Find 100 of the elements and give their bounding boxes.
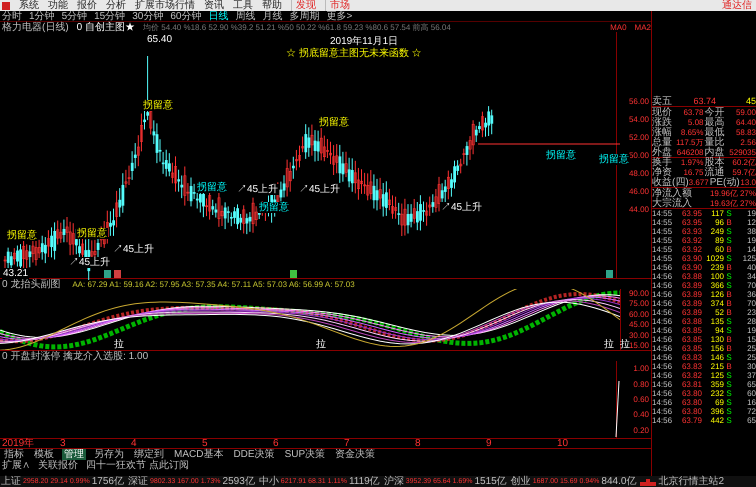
menu-item[interactable]: 功能 [48,0,68,11]
index-name: 深证 [128,476,148,487]
signal-marker-icon [114,270,121,278]
signal-marker-icon [606,270,613,278]
date-axis-label: 8 [415,438,422,449]
tick-side: S [725,416,733,425]
period-tab[interactable]: 分时 [2,10,22,22]
signal-label: 拉 [114,339,124,350]
tick-count: 36 [746,290,756,299]
menu-item[interactable]: 帮助 [262,0,282,11]
period-tab[interactable]: 1分钟 [29,10,55,22]
tick-count: 125 [742,254,756,263]
tick-side: B [725,263,733,272]
index-amount: 1119亿 [348,476,380,487]
tick-time: 14:56 [652,335,674,344]
tick-side: B [725,290,733,299]
indicator-tab[interactable]: DDE决策 [231,449,277,460]
quote-label: 今开 [704,106,724,118]
chart-annotation: 拐留意 [76,228,108,239]
app-logo-icon [2,2,10,10]
quote-value: 58.83 [734,126,756,138]
quote-value: 117.5万 [675,136,704,148]
period-tab[interactable]: 5分钟 [62,10,88,22]
quote-value: 27% [738,198,756,208]
indicator-tab[interactable]: 管理 [62,449,86,460]
quote-label: 外盘 [652,146,672,158]
period-tab[interactable]: 15分钟 [94,10,126,22]
tick-price: 63.85 [680,335,702,344]
tick-volume: 89 [714,236,724,245]
chart-annotation: ↗45上升 [236,184,280,195]
tick-time: 14:55 [652,245,674,254]
indicator-tab[interactable]: 指标 [2,449,26,460]
tick-side: S [725,398,733,407]
chart-annotation: 拐留意 [598,154,630,165]
tick-volume: 215 [710,362,724,371]
period-tab[interactable]: 多周期 [290,10,320,22]
period-tab[interactable]: 60分钟 [170,10,202,22]
period-tab[interactable]: 更多> [326,10,352,22]
index-amount: 2593亿 [222,476,255,487]
axis-label: 52.00 [628,132,649,142]
tick-price: 63.80 [680,389,702,398]
date-axis-label: 6 [273,438,280,449]
quote-value: 529035 [728,146,756,158]
tick-count: 19 [746,236,756,245]
tick-side: S [725,254,733,263]
tick-time: 14:56 [652,281,674,290]
tick-count: 25 [746,353,756,362]
quote-label: 涨幅 [652,126,672,138]
tick-side: S [725,389,733,398]
menu-item[interactable]: 分析 [106,0,126,11]
date-label: 2019年11月1日 [330,36,398,47]
indicator-title: 0 龙抬头副图 [2,278,60,290]
menu-item[interactable]: 资讯 [204,0,224,11]
menu-item[interactable]: 报价 [77,0,97,11]
axis-label: 0.20 [633,426,649,435]
tick-side: S [725,407,733,416]
tick-side: B [725,218,733,227]
tick-volume: 249 [710,227,724,236]
indicator-tab[interactable]: 绑定到 [132,449,166,460]
tick-side: S [725,353,733,362]
menu-item[interactable]: 发现 [291,0,316,11]
tick-volume: 125 [710,371,724,380]
indicator-tab[interactable]: 资金决策 [333,449,378,460]
indicator-tab[interactable]: 模板 [32,449,56,460]
index-amount: 844.0亿 [601,476,636,487]
tick-side: S [725,326,733,335]
tick-time: 14:56 [652,308,674,317]
tick-volume: 366 [710,281,724,290]
indicator-title: 0 开盘封涨停 擒龙介入选股: 1.00 [2,350,148,362]
tick-price: 63.89 [680,299,702,308]
tick-volume: 1029 [705,254,724,263]
chart-annotation: 拐留意 [258,202,290,213]
indicator-tab[interactable]: 另存为 [92,449,126,460]
index-amount: 1756亿 [92,476,124,487]
index-name: 上证 [1,476,21,487]
period-tab[interactable]: 日线 [208,10,228,22]
quote-label: 内盘 [704,146,724,158]
tick-price: 63.89 [680,308,702,317]
chart-annotation: 拐留意 [545,150,577,161]
stock-name: 格力电器(日线) [2,22,69,32]
bottom-link[interactable]: 四十一狂欢节 点此订阅 [86,460,189,471]
indicator-tab[interactable]: MACD基本 [172,449,226,460]
quote-value: 59.7亿 [731,166,756,177]
period-tab[interactable]: 月线 [262,10,282,22]
banner-text: ☆ 拐底留意主图无未来函数 ☆ [286,48,422,59]
menu-item[interactable]: 工具 [233,0,253,11]
bottom-link[interactable]: 扩展∧ [2,460,30,471]
quote-label: 最高 [704,116,724,128]
tick-price: 63.92 [680,245,702,254]
quote-value: 646208 [676,146,704,158]
tick-price: 63.88 [680,317,702,326]
tick-count: 60 [746,389,756,398]
axis-label: 90.00 [628,289,649,298]
period-tab[interactable]: 30分钟 [132,10,164,22]
tick-count: 19 [746,326,756,335]
chart-annotation: 拐留意 [196,182,228,193]
period-tab[interactable]: 周线 [236,10,256,22]
chart-annotation: ↗45上升 [298,184,342,195]
bottom-link[interactable]: 关联报价 [38,460,78,471]
indicator-tab[interactable]: SUP决策 [282,449,328,460]
